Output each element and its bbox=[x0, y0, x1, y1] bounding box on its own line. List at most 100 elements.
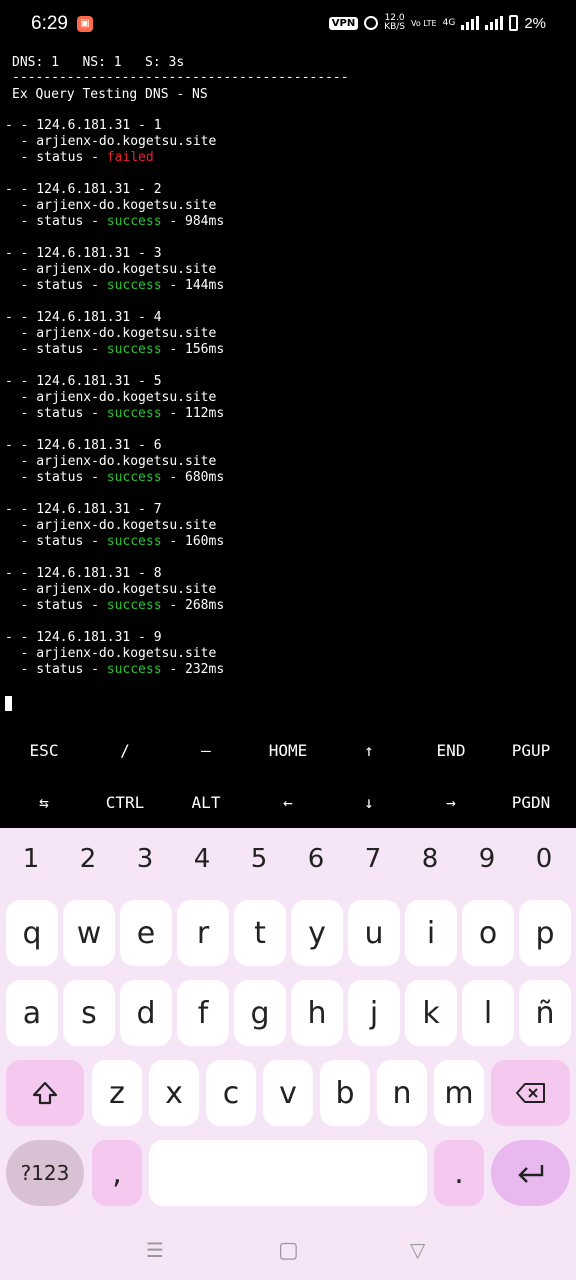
key-t[interactable]: t bbox=[234, 900, 286, 966]
status-result: success bbox=[106, 342, 162, 357]
terminal-output[interactable]: DNS: 1 NS: 1 S: 3s ---------------------… bbox=[0, 50, 576, 730]
network-type: 4G bbox=[442, 18, 456, 28]
shift-key[interactable] bbox=[6, 1060, 84, 1126]
back-icon[interactable]: ▽ bbox=[410, 1238, 425, 1262]
comma-key[interactable]: , bbox=[92, 1140, 142, 1206]
response-time: - 156ms bbox=[161, 342, 225, 357]
up-arrow-key[interactable]: ↑ bbox=[334, 730, 404, 770]
key-n[interactable]: n bbox=[377, 1060, 427, 1126]
key-2[interactable]: 2 bbox=[68, 844, 108, 874]
query-domain: - arjienx-do.kogetsu.site bbox=[5, 262, 217, 277]
status-prefix: - status - bbox=[5, 662, 107, 677]
clock: 6:29 bbox=[31, 13, 68, 34]
key-m[interactable]: m bbox=[434, 1060, 484, 1126]
query-header: - - 124.6.181.31 - 6 bbox=[5, 438, 162, 453]
key-r[interactable]: r bbox=[177, 900, 229, 966]
key-f[interactable]: f bbox=[177, 980, 229, 1046]
key-7[interactable]: 7 bbox=[353, 844, 393, 874]
backspace-key[interactable] bbox=[491, 1060, 570, 1126]
key-w[interactable]: w bbox=[63, 900, 115, 966]
key-x[interactable]: x bbox=[149, 1060, 199, 1126]
key-enye[interactable]: ñ bbox=[519, 980, 571, 1046]
response-time: - 680ms bbox=[161, 470, 225, 485]
key-b[interactable]: b bbox=[320, 1060, 370, 1126]
status-prefix: - status - bbox=[5, 406, 107, 421]
status-result: success bbox=[106, 534, 162, 549]
right-arrow-key[interactable]: → bbox=[416, 782, 486, 822]
key-0[interactable]: 0 bbox=[524, 844, 564, 874]
pgup-key[interactable]: PGUP bbox=[496, 730, 566, 770]
network-speed: 12.0 KB/S bbox=[384, 14, 405, 32]
key-i[interactable]: i bbox=[405, 900, 457, 966]
status-prefix: - status - bbox=[5, 598, 107, 613]
key-l[interactable]: l bbox=[462, 980, 514, 1046]
key-9[interactable]: 9 bbox=[467, 844, 507, 874]
key-k[interactable]: k bbox=[405, 980, 457, 1046]
query-domain: - arjienx-do.kogetsu.site bbox=[5, 390, 217, 405]
key-3[interactable]: 3 bbox=[125, 844, 165, 874]
key-z[interactable]: z bbox=[92, 1060, 142, 1126]
query-header: - - 124.6.181.31 - 7 bbox=[5, 502, 162, 517]
status-result: success bbox=[106, 662, 162, 677]
home-key[interactable]: HOME bbox=[253, 730, 323, 770]
key-c[interactable]: c bbox=[206, 1060, 256, 1126]
vpn-badge: VPN bbox=[328, 16, 359, 30]
key-s[interactable]: s bbox=[63, 980, 115, 1046]
key-v[interactable]: v bbox=[263, 1060, 313, 1126]
key-o[interactable]: o bbox=[462, 900, 514, 966]
status-result: failed bbox=[106, 150, 154, 165]
status-result: success bbox=[106, 406, 162, 421]
notification-app-icon: ▣ bbox=[77, 16, 93, 32]
enter-key[interactable] bbox=[491, 1140, 570, 1206]
alarm-icon bbox=[364, 16, 379, 30]
key-1[interactable]: 1 bbox=[11, 844, 51, 874]
query-domain: - arjienx-do.kogetsu.site bbox=[5, 646, 217, 661]
key-a[interactable]: a bbox=[6, 980, 58, 1046]
query-domain: - arjienx-do.kogetsu.site bbox=[5, 198, 217, 213]
key-u[interactable]: u bbox=[348, 900, 400, 966]
status-icons: VPN 12.0 KB/S Vo LTE 4G 2% bbox=[328, 14, 546, 32]
status-prefix: - status - bbox=[5, 534, 107, 549]
ctrl-key[interactable]: CTRL bbox=[90, 782, 160, 822]
backspace-icon bbox=[515, 1083, 545, 1103]
tab-key[interactable]: ⇆ bbox=[9, 782, 79, 822]
soft-keyboard: 1 2 3 4 5 6 7 8 9 0 q w e r t y u i o p … bbox=[0, 828, 576, 1280]
home-icon[interactable]: ▢ bbox=[278, 1238, 299, 1263]
pgdn-key[interactable]: PGDN bbox=[496, 782, 566, 822]
key-d[interactable]: d bbox=[120, 980, 172, 1046]
key-p[interactable]: p bbox=[519, 900, 571, 966]
slash-key[interactable]: / bbox=[90, 730, 160, 770]
down-arrow-key[interactable]: ↓ bbox=[334, 782, 404, 822]
query-header: - - 124.6.181.31 - 2 bbox=[5, 182, 162, 197]
key-y[interactable]: y bbox=[291, 900, 343, 966]
query-domain: - arjienx-do.kogetsu.site bbox=[5, 454, 217, 469]
status-result: success bbox=[106, 214, 162, 229]
key-5[interactable]: 5 bbox=[239, 844, 279, 874]
dash-key[interactable]: — bbox=[171, 730, 241, 770]
period-key[interactable]: . bbox=[434, 1140, 484, 1206]
key-q[interactable]: q bbox=[6, 900, 58, 966]
end-key[interactable]: END bbox=[416, 730, 486, 770]
space-bar[interactable] bbox=[149, 1140, 427, 1206]
query-status-line: - status - success - 680ms bbox=[5, 470, 225, 486]
signal-icon-2 bbox=[485, 16, 504, 30]
key-j[interactable]: j bbox=[348, 980, 400, 1046]
status-result: success bbox=[106, 278, 162, 293]
query-header: - - 124.6.181.31 - 9 bbox=[5, 630, 162, 645]
query-status-line: - status - success - 112ms bbox=[5, 406, 225, 422]
battery-icon bbox=[509, 15, 519, 31]
key-h[interactable]: h bbox=[291, 980, 343, 1046]
key-g[interactable]: g bbox=[234, 980, 286, 1046]
left-arrow-key[interactable]: ← bbox=[253, 782, 323, 822]
alt-key[interactable]: ALT bbox=[171, 782, 241, 822]
esc-key[interactable]: ESC bbox=[9, 730, 79, 770]
recent-apps-icon[interactable]: ☰ bbox=[146, 1238, 164, 1262]
key-4[interactable]: 4 bbox=[182, 844, 222, 874]
symbols-key[interactable]: ?123 bbox=[6, 1140, 84, 1206]
query-domain: - arjienx-do.kogetsu.site bbox=[5, 134, 217, 149]
key-8[interactable]: 8 bbox=[410, 844, 450, 874]
key-6[interactable]: 6 bbox=[296, 844, 336, 874]
key-e[interactable]: e bbox=[120, 900, 172, 966]
query-header: - - 124.6.181.31 - 4 bbox=[5, 310, 162, 325]
terminal-cursor bbox=[5, 696, 12, 711]
